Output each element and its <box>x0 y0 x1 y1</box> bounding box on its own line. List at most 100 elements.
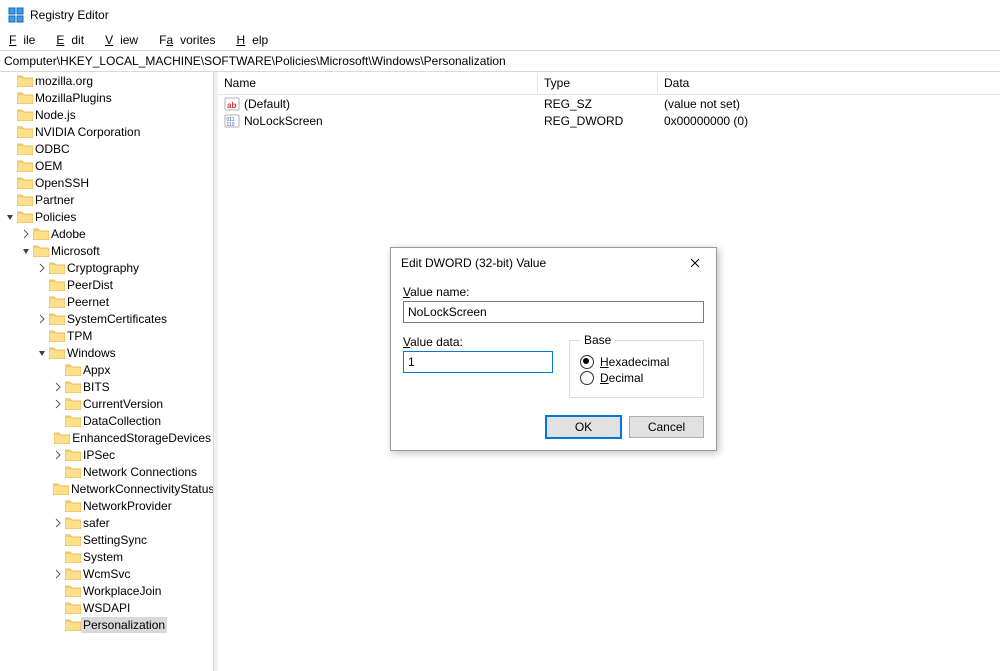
radio-decimal[interactable]: Decimal <box>580 371 693 385</box>
chevron-right-icon[interactable] <box>36 262 48 274</box>
folder-icon <box>65 380 81 393</box>
tree-item[interactable]: Node.js <box>0 106 213 123</box>
list-row[interactable]: ab(Default)REG_SZ(value not set) <box>218 95 1000 112</box>
tree-item-label: DataCollection <box>81 413 163 429</box>
close-icon[interactable] <box>680 251 710 275</box>
tree-item[interactable]: Peernet <box>0 293 213 310</box>
tree-item-label: SystemCertificates <box>65 311 169 327</box>
ok-button[interactable]: OK <box>546 416 621 438</box>
tree-item[interactable]: WcmSvc <box>0 565 213 582</box>
window-title: Registry Editor <box>30 8 109 22</box>
list-header: Name Type Data <box>218 72 1000 95</box>
tree-item[interactable]: Windows <box>0 344 213 361</box>
col-name[interactable]: Name <box>218 73 538 93</box>
col-data[interactable]: Data <box>658 73 1000 93</box>
menu-file[interactable]: File <box>2 31 49 49</box>
chevron-right-icon[interactable] <box>52 517 64 529</box>
menu-help[interactable]: Help <box>229 31 282 49</box>
chevron-right-icon[interactable] <box>52 398 64 410</box>
svg-text:ab: ab <box>227 101 236 110</box>
tree-item[interactable]: safer <box>0 514 213 531</box>
tree-panel[interactable]: mozilla.orgMozillaPluginsNode.jsNVIDIA C… <box>0 72 214 671</box>
tree-item-label: NetworkProvider <box>81 498 174 514</box>
tree-item[interactable]: Partner <box>0 191 213 208</box>
tree-item[interactable]: Appx <box>0 361 213 378</box>
menu-edit[interactable]: Edit <box>49 31 98 49</box>
tree-item-label: Windows <box>65 345 118 361</box>
value-name-field[interactable] <box>403 301 704 323</box>
folder-icon <box>17 108 33 121</box>
value-type: REG_DWORD <box>544 114 623 128</box>
tree-item[interactable]: SettingSync <box>0 531 213 548</box>
folder-icon <box>65 550 81 563</box>
folder-icon <box>65 618 81 631</box>
tree-item[interactable]: NVIDIA Corporation <box>0 123 213 140</box>
chevron-right-icon[interactable] <box>20 228 32 240</box>
tree-item-label: Cryptography <box>65 260 141 276</box>
folder-icon <box>17 125 33 138</box>
string-value-icon: ab <box>224 96 240 112</box>
chevron-right-icon[interactable] <box>36 313 48 325</box>
tree-item[interactable]: mozilla.org <box>0 72 213 89</box>
tree-item[interactable]: System <box>0 548 213 565</box>
base-fieldset: Base Hexadecimal Decimal <box>569 333 704 398</box>
chevron-right-icon[interactable] <box>52 449 64 461</box>
tree-item[interactable]: NetworkProvider <box>0 497 213 514</box>
folder-icon <box>33 227 49 240</box>
base-legend: Base <box>580 333 615 347</box>
tree-item[interactable]: NetworkConnectivityStatus <box>0 480 213 497</box>
folder-icon <box>65 414 81 427</box>
tree-item-label: NVIDIA Corporation <box>33 124 142 140</box>
tree-item[interactable]: Policies <box>0 208 213 225</box>
folder-icon <box>17 210 33 223</box>
tree-item[interactable]: Adobe <box>0 225 213 242</box>
tree-item[interactable]: Microsoft <box>0 242 213 259</box>
tree-item[interactable]: MozillaPlugins <box>0 89 213 106</box>
tree-item[interactable]: IPSec <box>0 446 213 463</box>
binary-value-icon: 011110 <box>224 113 240 129</box>
tree-item[interactable]: EnhancedStorageDevices <box>0 429 213 446</box>
tree-item-label: EnhancedStorageDevices <box>70 430 213 446</box>
value-data: (value not set) <box>664 97 740 111</box>
chevron-down-icon[interactable] <box>4 211 16 223</box>
menu-view[interactable]: View <box>98 31 152 49</box>
value-name: (Default) <box>244 97 290 111</box>
address-bar[interactable]: Computer\HKEY_LOCAL_MACHINE\SOFTWARE\Pol… <box>0 50 1000 72</box>
regedit-icon <box>8 7 24 23</box>
tree-item[interactable]: Cryptography <box>0 259 213 276</box>
list-row[interactable]: 011110NoLockScreenREG_DWORD0x00000000 (0… <box>218 112 1000 129</box>
cancel-button[interactable]: Cancel <box>629 416 704 438</box>
value-data-field[interactable] <box>403 351 553 373</box>
tree-item[interactable]: DataCollection <box>0 412 213 429</box>
tree-item[interactable]: ODBC <box>0 140 213 157</box>
folder-icon <box>17 193 33 206</box>
radio-dot-icon <box>580 371 594 385</box>
folder-icon <box>65 516 81 529</box>
folder-icon <box>65 465 81 478</box>
tree-item[interactable]: OpenSSH <box>0 174 213 191</box>
chevron-down-icon[interactable] <box>36 347 48 359</box>
tree-item[interactable]: WSDAPI <box>0 599 213 616</box>
tree-item[interactable]: PeerDist <box>0 276 213 293</box>
tree-item-label: Network Connections <box>81 464 199 480</box>
chevron-right-icon[interactable] <box>52 568 64 580</box>
tree-item[interactable]: OEM <box>0 157 213 174</box>
menu-favorites[interactable]: Favorites <box>152 31 229 49</box>
tree-item[interactable]: WorkplaceJoin <box>0 582 213 599</box>
folder-icon <box>65 567 81 580</box>
chevron-down-icon[interactable] <box>20 245 32 257</box>
tree-item[interactable]: Personalization <box>0 616 213 633</box>
tree-item[interactable]: TPM <box>0 327 213 344</box>
folder-icon <box>49 295 65 308</box>
tree-item[interactable]: Network Connections <box>0 463 213 480</box>
value-data: 0x00000000 (0) <box>664 114 748 128</box>
folder-icon <box>65 363 81 376</box>
col-type[interactable]: Type <box>538 73 658 93</box>
tree-item-label: Personalization <box>81 617 167 633</box>
chevron-right-icon[interactable] <box>52 381 64 393</box>
radio-hexadecimal[interactable]: Hexadecimal <box>580 355 693 369</box>
tree-item[interactable]: SystemCertificates <box>0 310 213 327</box>
tree-item[interactable]: BITS <box>0 378 213 395</box>
tree-item[interactable]: CurrentVersion <box>0 395 213 412</box>
tree-item-label: PeerDist <box>65 277 115 293</box>
